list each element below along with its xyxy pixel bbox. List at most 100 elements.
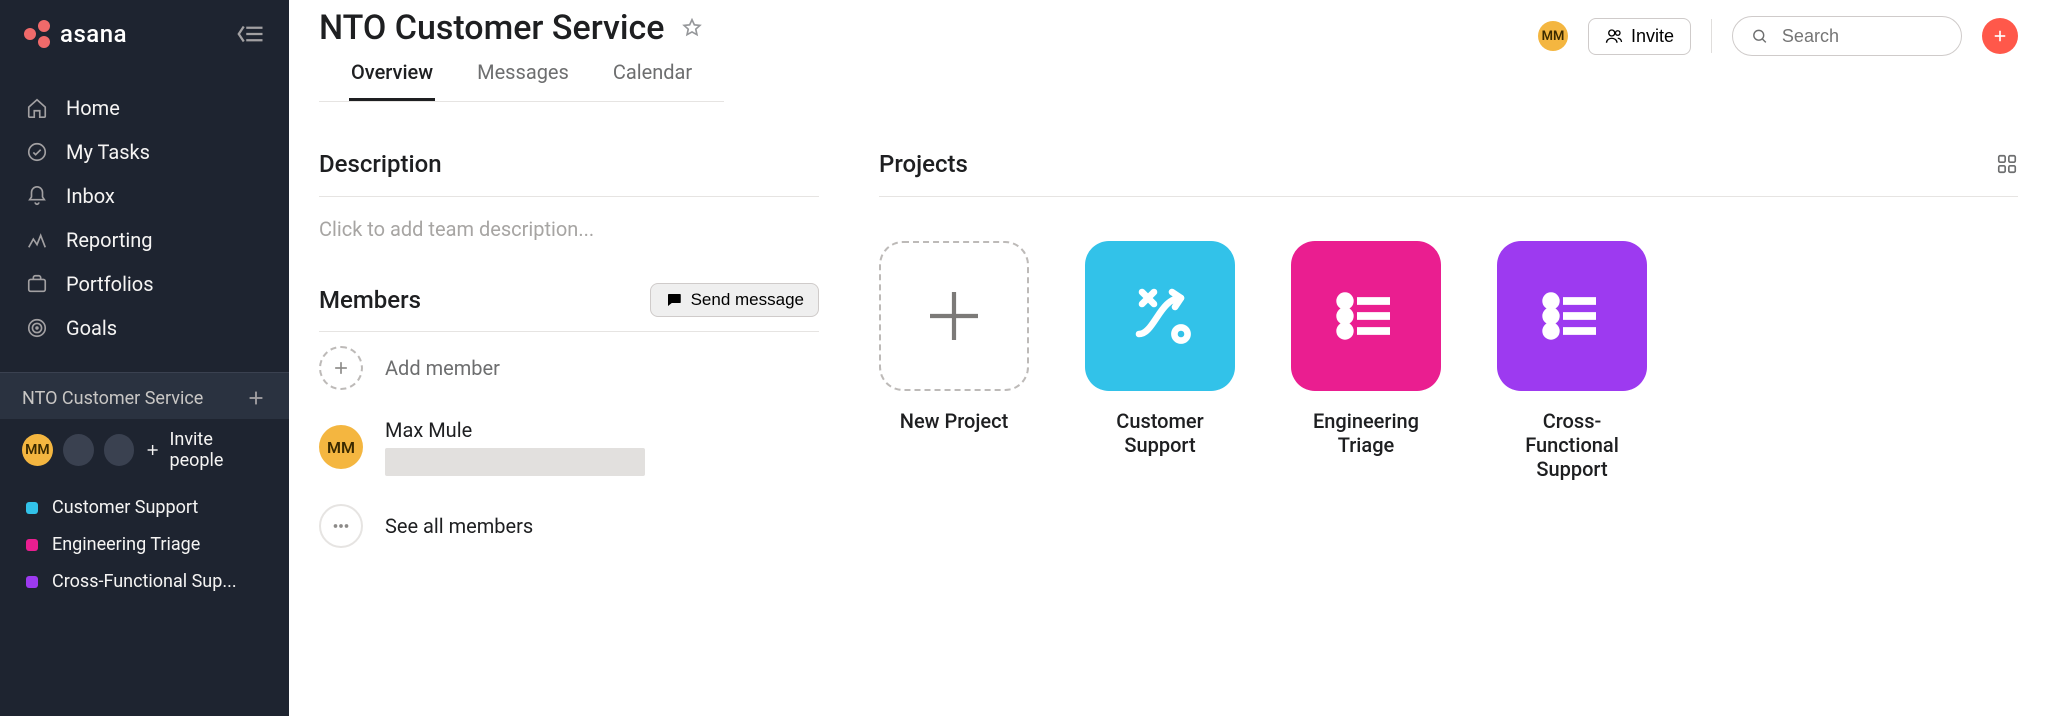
tab-calendar[interactable]: Calendar <box>611 60 694 101</box>
nav-inbox[interactable]: Inbox <box>0 174 289 218</box>
add-member-icon <box>319 346 363 390</box>
nav-reporting[interactable]: Reporting <box>0 218 289 262</box>
nav-portfolios[interactable]: Portfolios <box>0 262 289 306</box>
invite-button[interactable]: Invite <box>1588 18 1691 55</box>
search-box[interactable] <box>1732 16 1962 56</box>
description-section: Description Click to add team descriptio… <box>319 150 819 241</box>
more-icon <box>319 504 363 548</box>
page-header: NTO Customer Service Overview Messages C… <box>289 0 2048 102</box>
empty-avatar <box>104 434 135 466</box>
asana-logo[interactable]: asana <box>24 20 127 48</box>
nav-goals[interactable]: Goals <box>0 306 289 350</box>
members-header: Members Send message <box>319 283 819 332</box>
project-tile <box>1085 241 1235 391</box>
people-icon <box>1605 27 1623 45</box>
project-color-dot <box>26 539 38 551</box>
workspace-header[interactable]: NTO Customer Service <box>0 373 289 419</box>
project-card[interactable]: Cross-Functional Support <box>1497 241 1647 481</box>
project-card[interactable]: Engineering Triage <box>1291 241 1441 481</box>
list-icon <box>1330 280 1402 352</box>
header-actions: MM Invite <box>1538 8 2018 56</box>
reporting-icon <box>26 229 48 251</box>
projects-header: Projects <box>879 150 2018 197</box>
nav-my-tasks[interactable]: My Tasks <box>0 130 289 174</box>
page-title: NTO Customer Service <box>319 8 665 48</box>
left-column: Description Click to add team descriptio… <box>319 150 819 562</box>
description-title: Description <box>319 150 819 197</box>
project-color-dot <box>26 576 38 588</box>
invite-label: Invite <box>1631 26 1674 47</box>
sidebar-project-item[interactable]: Customer Support <box>0 489 289 526</box>
vertical-separator <box>1711 19 1712 53</box>
project-name: New Project <box>900 409 1008 433</box>
tab-messages[interactable]: Messages <box>475 60 571 101</box>
members-section: Members Send message Add member MM Ma <box>319 283 819 562</box>
nav-label: Inbox <box>66 184 115 208</box>
new-project-card[interactable]: New Project <box>879 241 1029 481</box>
description-placeholder[interactable]: Click to add team description... <box>319 197 819 241</box>
send-message-label: Send message <box>691 290 804 310</box>
tabs: Overview Messages Calendar <box>319 48 724 102</box>
check-circle-icon <box>26 141 48 163</box>
bell-icon <box>26 185 48 207</box>
send-message-button[interactable]: Send message <box>650 283 819 317</box>
title-row: NTO Customer Service <box>319 8 724 48</box>
project-label: Customer Support <box>52 497 198 518</box>
project-color-dot <box>26 502 38 514</box>
nav-home[interactable]: Home <box>0 86 289 130</box>
add-member-row[interactable]: Add member <box>319 332 819 404</box>
dots-icon <box>330 515 352 537</box>
main-area: NTO Customer Service Overview Messages C… <box>289 0 2048 716</box>
collapse-sidebar-button[interactable] <box>235 19 265 49</box>
content: Description Click to add team descriptio… <box>289 102 2048 562</box>
header-avatar[interactable]: MM <box>1538 21 1568 51</box>
plus-icon <box>331 358 351 378</box>
project-card[interactable]: Customer Support <box>1085 241 1235 481</box>
workspace-members-row: MM Invite people <box>0 419 289 489</box>
sidebar-project-item[interactable]: Engineering Triage <box>0 526 289 563</box>
portfolio-icon <box>26 273 48 295</box>
project-tile <box>1497 241 1647 391</box>
sidebar: asana Home My Tasks Inbox Reporting Port… <box>0 0 289 716</box>
project-name: Customer Support <box>1085 409 1235 457</box>
right-column: Projects New Project <box>879 150 2018 562</box>
project-label: Cross-Functional Sup... <box>52 571 237 592</box>
menu-collapse-icon <box>235 19 265 49</box>
grid-view-icon[interactable] <box>1996 153 2018 175</box>
plus-icon[interactable] <box>245 387 267 409</box>
nav-label: Reporting <box>66 228 153 252</box>
new-project-tile <box>879 241 1029 391</box>
nav-label: Goals <box>66 316 117 340</box>
plus-icon <box>144 441 161 459</box>
chat-icon <box>665 291 683 309</box>
member-avatar: MM <box>319 425 363 469</box>
member-role-placeholder <box>385 448 645 476</box>
plus-icon <box>918 280 990 352</box>
member-avatar[interactable]: MM <box>22 434 53 466</box>
primary-nav: Home My Tasks Inbox Reporting Portfolios… <box>0 68 289 372</box>
search-icon <box>1751 26 1768 46</box>
invite-people-button[interactable]: Invite people <box>144 429 267 471</box>
project-name: Cross-Functional Support <box>1497 409 1647 481</box>
tab-overview[interactable]: Overview <box>349 60 435 101</box>
member-info: Max Mule <box>385 418 645 476</box>
sidebar-top: asana <box>0 0 289 68</box>
search-input[interactable] <box>1780 25 1943 48</box>
global-add-button[interactable] <box>1982 18 2018 54</box>
members-title: Members <box>319 286 421 314</box>
asana-dots-icon <box>24 20 52 48</box>
nav-label: Portfolios <box>66 272 154 296</box>
project-tile <box>1291 241 1441 391</box>
workflow-icon <box>1124 280 1196 352</box>
project-name: Engineering Triage <box>1291 409 1441 457</box>
nav-label: Home <box>66 96 120 120</box>
invite-people-label: Invite people <box>170 429 268 471</box>
workspace-name: NTO Customer Service <box>22 388 203 409</box>
member-row[interactable]: MM Max Mule <box>319 404 819 490</box>
star-icon[interactable] <box>681 17 703 39</box>
see-all-members-row[interactable]: See all members <box>319 490 819 562</box>
sidebar-project-item[interactable]: Cross-Functional Sup... <box>0 563 289 600</box>
nav-label: My Tasks <box>66 140 150 164</box>
see-all-label: See all members <box>385 514 533 538</box>
list-icon <box>1536 280 1608 352</box>
